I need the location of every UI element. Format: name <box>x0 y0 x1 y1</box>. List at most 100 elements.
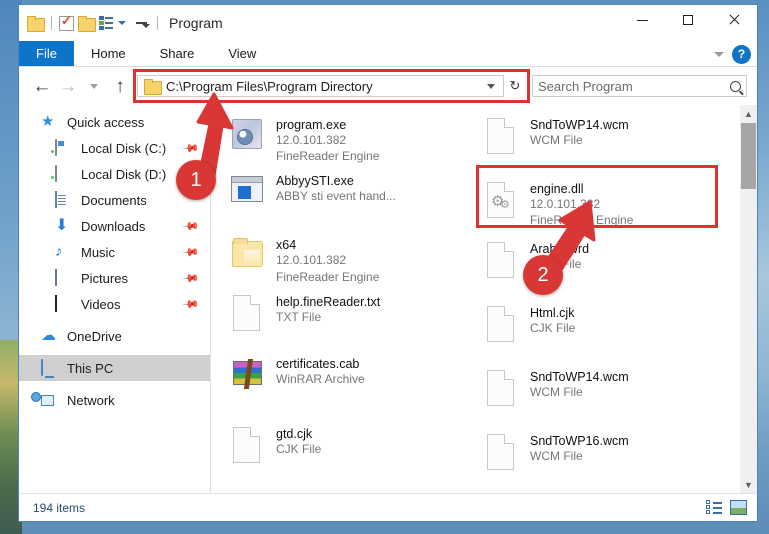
file-item-sndtowp14-wcm-2[interactable]: SndToWP14.wcm WCM File <box>479 365 729 413</box>
file-name: SndToWP14.wcm <box>530 370 629 385</box>
chevron-down-icon[interactable] <box>714 51 724 57</box>
sidebar-item-videos[interactable]: Videos 📌 <box>19 291 210 317</box>
thumbnails-view-icon[interactable] <box>730 500 747 515</box>
maximize-button[interactable] <box>665 5 711 35</box>
file-name: engine.dll <box>530 182 584 196</box>
details-view-icon[interactable] <box>706 500 723 515</box>
file-name: certificates.cab <box>276 356 360 371</box>
navigation-bar: ← → ↑ C:\Program Files\Program Directory… <box>19 67 757 105</box>
network-icon <box>41 392 58 408</box>
sidebar-item-this-pc[interactable]: This PC <box>19 355 210 381</box>
file-type: WinRAR Archive <box>276 371 365 386</box>
tab-file[interactable]: File <box>19 41 74 66</box>
file-item-gtd-cjk[interactable]: gtd.cjk CJK File <box>225 422 475 470</box>
file-description: ABBY sti event hand... <box>276 189 396 204</box>
sidebar-item-pictures[interactable]: Pictures 📌 <box>19 265 210 291</box>
file-item-abbyysti-exe[interactable]: AbbyySTI.exe ABBY sti event hand... <box>225 169 475 217</box>
recent-locations-button[interactable] <box>81 73 107 99</box>
sidebar-item-label: OneDrive <box>67 328 122 344</box>
file-column-2: SndToWP14.wcm WCM File ⚙ ⚙ engine.dll 12 <box>479 113 729 483</box>
tab-view[interactable]: View <box>211 41 273 66</box>
address-folder-icon <box>144 79 162 95</box>
file-type: WCM File <box>530 133 583 147</box>
search-box[interactable]: Search Program <box>532 75 747 97</box>
sidebar-item-label: Videos <box>81 296 121 312</box>
folder-icon[interactable] <box>27 16 45 32</box>
blank-file-icon <box>483 432 519 474</box>
minimize-button[interactable] <box>619 5 665 35</box>
file-item-program-exe[interactable]: program.exe 12.0.101.382 FineReader Engi… <box>225 113 475 167</box>
sidebar-item-label: Local Disk (D:) <box>81 166 167 182</box>
up-button[interactable]: ↑ <box>107 73 133 99</box>
toolbar-divider-2 <box>157 16 158 30</box>
window-controls <box>619 5 757 35</box>
properties-icon[interactable] <box>59 13 74 31</box>
blank-file-icon <box>483 304 519 346</box>
search-input[interactable]: Search Program <box>538 79 730 94</box>
sidebar-item-network[interactable]: Network <box>19 387 210 413</box>
blank-file-icon <box>483 368 519 410</box>
onedrive-icon: ☁ <box>41 327 56 344</box>
chevron-down-icon <box>90 83 98 89</box>
refresh-icon: ↻ <box>509 78 521 93</box>
quick-access-dropdown-icon[interactable] <box>118 21 126 25</box>
scroll-down-icon[interactable]: ▼ <box>740 476 757 493</box>
file-column-1: program.exe 12.0.101.382 FineReader Engi… <box>225 113 475 476</box>
file-explorer-window: Program File Home Share View ? ← → ↑ <box>18 4 758 522</box>
pin-icon[interactable]: 📌 <box>182 295 201 313</box>
scroll-up-icon[interactable]: ▲ <box>740 105 757 122</box>
new-folder-icon[interactable] <box>78 16 96 32</box>
arrow-right-icon: → <box>58 75 78 97</box>
sidebar-item-onedrive[interactable]: ☁ OneDrive <box>19 323 210 349</box>
winrar-archive-icon <box>229 355 265 397</box>
folder-icon <box>229 236 265 278</box>
scrollbar-thumb[interactable] <box>741 123 756 189</box>
arrow-up-icon: ↑ <box>115 75 125 97</box>
pin-icon[interactable]: 📌 <box>182 269 201 287</box>
file-item-help-finereader-txt[interactable]: help.fineReader.txt TXT File <box>225 290 475 338</box>
help-icon[interactable]: ? <box>732 44 751 64</box>
pin-icon[interactable]: 📌 <box>182 217 201 235</box>
toolbar-divider <box>51 16 52 30</box>
blank-file-icon <box>483 240 519 282</box>
file-type: TXT File <box>276 309 322 324</box>
file-list-pane[interactable]: program.exe 12.0.101.382 FineReader Engi… <box>211 105 757 493</box>
vertical-scrollbar[interactable]: ▲ ▼ <box>740 105 757 493</box>
file-name: program.exe <box>276 118 347 132</box>
back-button[interactable]: ← <box>29 73 55 99</box>
file-type: CJK File <box>276 441 322 456</box>
file-item-sndtowp14-wcm-1[interactable]: SndToWP14.wcm WCM File <box>479 113 729 161</box>
customize-view-icon[interactable] <box>99 16 114 30</box>
file-name: x64 <box>276 238 297 253</box>
quick-access-toolbar <box>19 13 161 32</box>
pin-icon[interactable]: 📌 <box>182 243 201 261</box>
address-dropdown-icon[interactable] <box>487 83 495 89</box>
sidebar-item-music[interactable]: ♪ Music 📌 <box>19 239 210 265</box>
file-name: AbbyySTI.exe <box>276 174 354 189</box>
file-type: WCM File <box>530 385 583 400</box>
forward-button[interactable]: → <box>55 73 81 99</box>
arrow-left-icon: ← <box>32 75 52 97</box>
close-button[interactable] <box>711 5 757 35</box>
sidebar-item-downloads[interactable]: ⬇ Downloads 📌 <box>19 213 210 239</box>
downloads-icon: ⬇ <box>55 217 69 234</box>
file-item-html-cjk[interactable]: Html.cjk CJK File <box>479 301 729 349</box>
sidebar-item-label: Documents <box>81 192 147 208</box>
sidebar-item-label: Downloads <box>81 218 146 234</box>
annotation-badge-1: 1 <box>176 160 216 200</box>
status-bar: 194 items <box>19 493 757 521</box>
sidebar-item-label: Network <box>67 392 115 408</box>
file-item-x64-folder[interactable]: x64 12.0.101.382 FineReader Engine <box>225 233 475 287</box>
refresh-button[interactable]: ↻ <box>504 75 526 97</box>
item-count-label: 194 items <box>33 500 86 515</box>
sidebar-item-label: Local Disk (C:) <box>81 140 167 156</box>
file-item-certificates-cab[interactable]: certificates.cab WinRAR Archive <box>225 352 475 400</box>
sidebar-item-label: Quick access <box>67 114 145 130</box>
tab-home[interactable]: Home <box>74 41 143 66</box>
chevron-down-icon[interactable] <box>142 24 150 28</box>
file-type: WCM File <box>530 449 583 464</box>
music-icon: ♪ <box>55 243 63 260</box>
file-item-sndtowp16-wcm[interactable]: SndToWP16.wcm WCM File <box>479 429 729 477</box>
file-description: FineReader Engine <box>276 269 380 284</box>
tab-share[interactable]: Share <box>143 41 212 66</box>
